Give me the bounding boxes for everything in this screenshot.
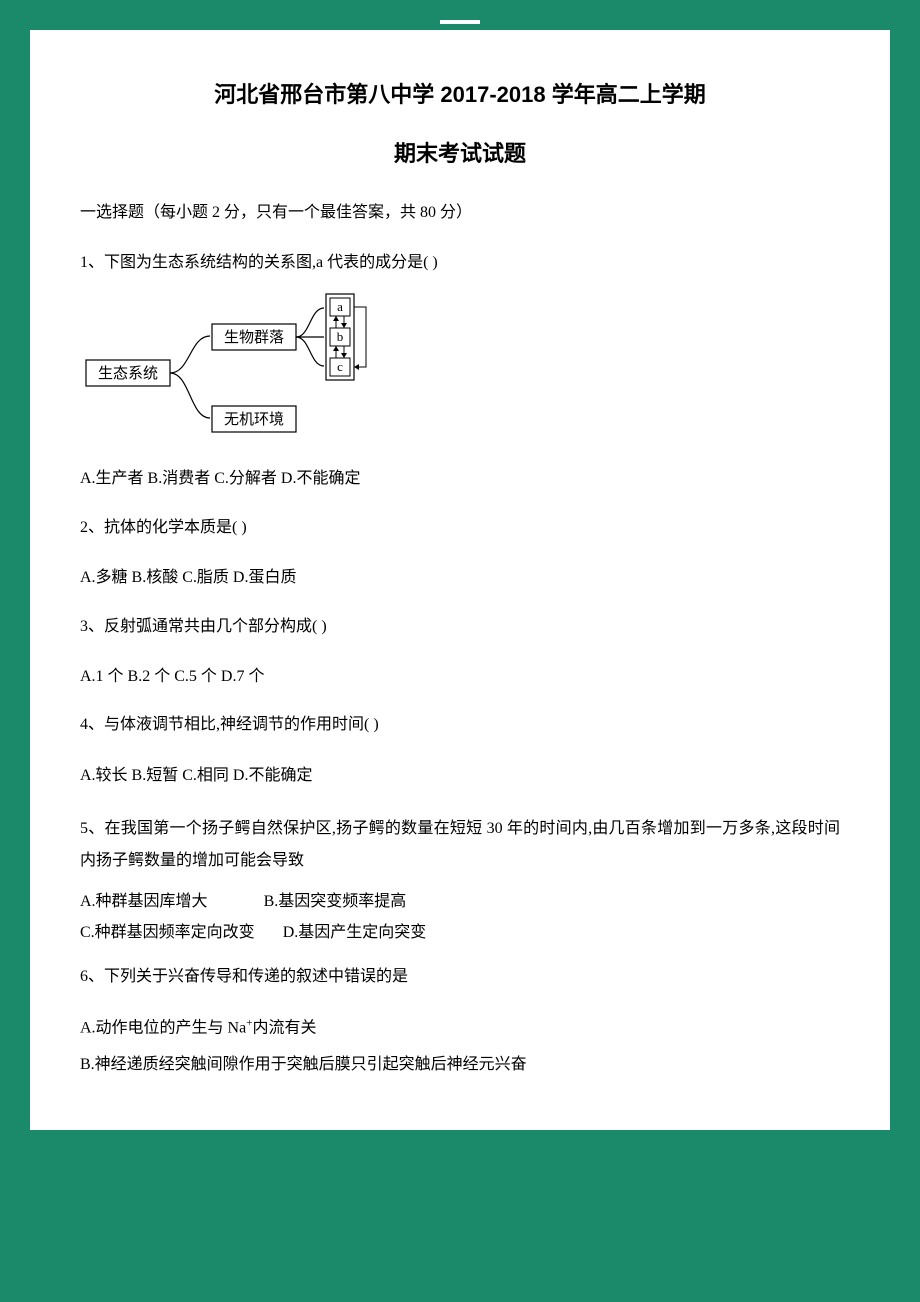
ecosystem-diagram-svg: 生态系统 生物群落 无机环境 a b c [80,288,400,448]
q5-optB: B.基因突变频率提高 [264,893,407,910]
q2-options: A.多糖 B.核酸 C.脂质 D.蛋白质 [80,567,840,589]
diagram-branch1-label: 生物群落 [224,329,284,346]
diagram-node-a: a [337,299,343,314]
q1-options: A.生产者 B.消费者 C.分解者 D.不能确定 [80,468,840,490]
q2-text: 2、抗体的化学本质是( ) [80,517,840,539]
q5-options-row1: A.种群基因库增大 B.基因突变频率提高 [80,891,840,913]
q6-optA: A.动作电位的产生与 Na+内流有关 [80,1016,840,1040]
title-line-2: 期末考试试题 [80,139,840,170]
q6-text: 6、下列关于兴奋传导和传递的叙述中错误的是 [80,966,840,988]
section-instruction: 一选择题（每小题 2 分，只有一个最佳答案，共 80 分） [80,202,840,224]
q6-optB: B.神经递质经突触间隙作用于突触后膜只引起突触后神经元兴奋 [80,1054,840,1076]
q4-options: A.较长 B.短暂 C.相同 D.不能确定 [80,765,840,787]
exam-page: 河北省邢台市第八中学 2017-2018 学年高二上学期 期末考试试题 一选择题… [30,30,890,1130]
q1-diagram: 生态系统 生物群落 无机环境 a b c [80,288,840,448]
diagram-node-c: c [337,359,343,374]
q5-options: A.种群基因库增大 B.基因突变频率提高 C.种群基因频率定向改变 D.基因产生… [80,891,840,944]
diagram-root-label: 生态系统 [98,365,158,382]
diagram-node-b: b [337,329,344,344]
q6-optA-pre: A.动作电位的产生与 Na [80,1020,246,1037]
q5-options-row2: C.种群基因频率定向改变 D.基因产生定向突变 [80,922,840,944]
q5-optA: A.种群基因库增大 [80,893,208,910]
diagram-branch2-label: 无机环境 [224,410,284,428]
q6-optA-post: 内流有关 [252,1020,316,1037]
q5-optD: D.基因产生定向突变 [283,924,427,941]
q5-optC: C.种群基因频率定向改变 [80,924,255,941]
q1-text: 1、下图为生态系统结构的关系图,a 代表的成分是( ) [80,252,840,274]
q3-text: 3、反射弧通常共由几个部分构成( ) [80,616,840,638]
top-mark [440,20,480,24]
q4-text: 4、与体液调节相比,神经调节的作用时间( ) [80,714,840,736]
title-line-1: 河北省邢台市第八中学 2017-2018 学年高二上学期 [80,80,840,111]
q3-options: A.1 个 B.2 个 C.5 个 D.7 个 [80,666,840,688]
q5-text: 5、在我国第一个扬子鳄自然保护区,扬子鳄的数量在短短 30 年的时间内,由几百条… [80,813,840,877]
